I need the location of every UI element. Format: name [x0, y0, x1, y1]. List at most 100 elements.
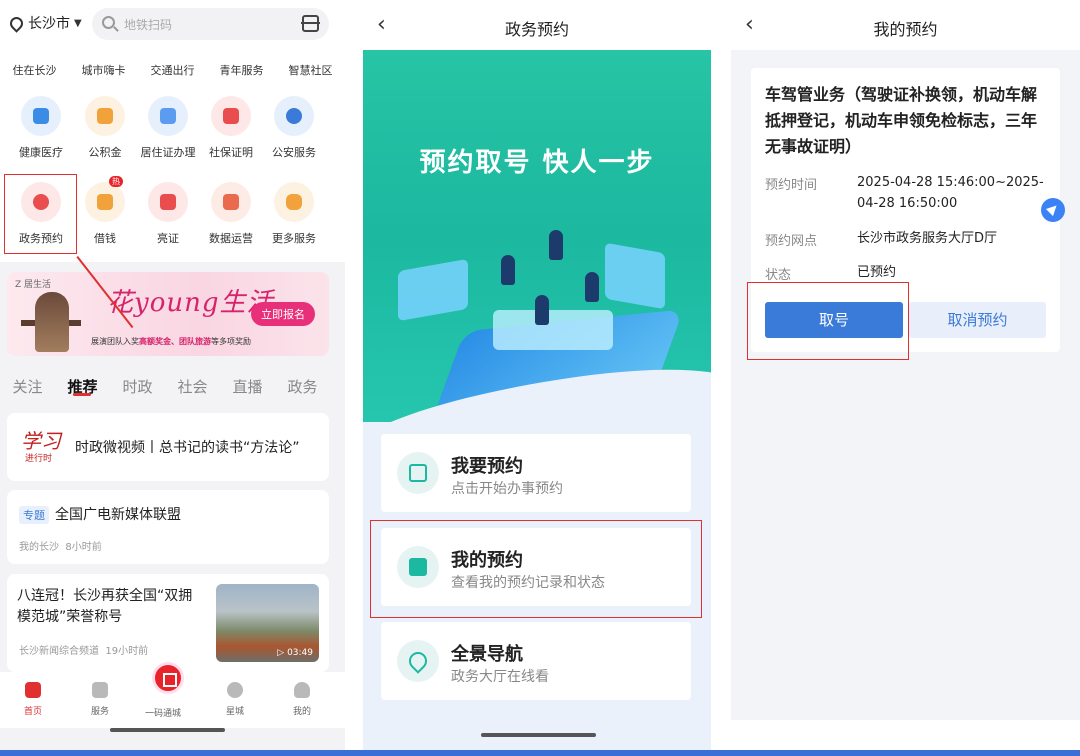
location-label: 预约网点 [765, 234, 818, 249]
medical-kit-icon [33, 108, 49, 124]
service-id-card[interactable]: 亮证 [135, 182, 201, 246]
service-label: 更多服务 [272, 232, 316, 245]
banner-script-title: 花young生活 [107, 288, 274, 318]
service-health[interactable]: 健康医疗 [8, 96, 74, 160]
tab-follow[interactable]: 关注 [0, 362, 55, 406]
home-icon [25, 682, 41, 698]
bottom-tab-bar: 首页 服务 一码通城 星城 我的 [0, 662, 345, 728]
house-icon [160, 108, 176, 124]
news-card[interactable]: 学习 进行时 时政微视频丨总书记的读书“方法论” [7, 413, 329, 481]
status-label: 状态 [765, 268, 792, 283]
menu-title: 我要预约 [451, 456, 523, 477]
chevron-down-icon: ▼ [74, 17, 82, 29]
page-title: 我的预约 [873, 20, 938, 39]
cancel-appointment-button[interactable]: 取消预约 [909, 302, 1046, 338]
citizen-figure-graphic [585, 272, 599, 302]
news-meta: 我的长沙 8小时前 [19, 542, 102, 553]
service-label: 居住证办理 [140, 146, 196, 159]
service-label: 公安服务 [272, 146, 316, 159]
search-icon [102, 16, 115, 29]
news-title: 时政微视频丨总书记的读书“方法论” [75, 440, 300, 456]
my-appointments-screen: ‹ 我的预约 车驾管业务（驾驶证补换领，机动车解抵押登记，机动车申领免检标志，三… [731, 0, 1080, 756]
news-title: 专题 全国广电新媒体联盟 [19, 504, 181, 524]
promo-banner[interactable]: Z 居生活 花young生活 立即报名 展演团队入奖高额奖金、团队旅游等多项奖励 [7, 272, 329, 356]
service-label: 数据运营 [209, 232, 253, 245]
quick-link[interactable]: 交通出行 [151, 62, 195, 78]
gov-appointment-screen: ‹ 政务预约 预约取号 快人一步 我要预约 点击开始办事预约 我的预约 查看我的… [363, 0, 711, 756]
floating-chart-graphic [605, 242, 665, 310]
highlight-box [4, 174, 77, 254]
service-social-security[interactable]: 社保证明 [198, 96, 264, 160]
navigate-icon[interactable] [1041, 198, 1065, 222]
highlight-box [747, 282, 909, 360]
menu-subtitle: 政务大厅在线看 [451, 669, 549, 685]
hero-slogan: 预约取号 快人一步 [419, 148, 655, 178]
tab-politics[interactable]: 时政 [110, 362, 165, 406]
quick-link[interactable]: 青年服务 [220, 62, 264, 78]
service-label: 健康医疗 [19, 146, 63, 159]
tab-society[interactable]: 社会 [165, 362, 220, 406]
service-fund[interactable]: 公积金 [72, 96, 138, 160]
menu-make-appointment[interactable]: 我要预约 点击开始办事预约 [381, 434, 691, 512]
banner-signup-button[interactable]: 立即报名 [251, 302, 315, 326]
service-loan[interactable]: 热 借钱 [72, 176, 138, 246]
news-title: 八连冠！长沙再获全国“双拥模范城”荣誉称号 [17, 588, 193, 625]
status-value: 已预约 [857, 265, 897, 280]
hot-badge: 热 [109, 176, 123, 187]
news-card[interactable]: 专题 全国广电新媒体联盟 我的长沙 8小时前 [7, 490, 329, 564]
home-screen: 长沙市 ▼ 地铁扫码 住在长沙 城市嗨卡 交通出行 青年服务 智慧社区 健康医疗… [0, 0, 345, 756]
service-label: 借钱 [94, 232, 116, 245]
location-pin-icon [7, 13, 26, 33]
search-placeholder: 地铁扫码 [124, 18, 173, 32]
tabbar-label: 一码通城 [145, 709, 182, 719]
tab-government[interactable]: 政务 [275, 362, 330, 406]
nav-bar: ‹ 我的预约 [731, 0, 1080, 50]
menu-panorama-navigation[interactable]: 全景导航 政务大厅在线看 [381, 622, 691, 700]
service-data-ops[interactable]: 数据运营 [198, 182, 264, 246]
service-police[interactable]: 公安服务 [261, 96, 327, 160]
tabbar-mine[interactable]: 我的 [277, 682, 327, 717]
tab-live[interactable]: 直播 [220, 362, 275, 406]
home-indicator [110, 728, 225, 732]
menu-subtitle: 点击开始办事预约 [451, 481, 563, 497]
hero-banner: 预约取号 快人一步 [363, 50, 711, 431]
search-input[interactable]: 地铁扫码 [92, 8, 329, 40]
scan-icon[interactable] [301, 15, 320, 32]
quick-links: 住在长沙 城市嗨卡 交通出行 青年服务 智慧社区 [0, 62, 345, 78]
active-tab-indicator [73, 393, 91, 396]
top-bar: 长沙市 ▼ 地铁扫码 [0, 0, 345, 50]
xuexi-logo: 学习 进行时 [21, 429, 61, 464]
quick-link[interactable]: 住在长沙 [13, 62, 57, 78]
clerk-figure-graphic [501, 255, 515, 285]
nav-bar: ‹ 政务预约 [363, 0, 711, 50]
quick-link[interactable]: 城市嗨卡 [82, 62, 126, 78]
bottom-strip [0, 750, 1080, 756]
news-card[interactable]: 八连冠！长沙再获全国“双拥模范城”荣誉称号 长沙新闻综合频道 19小时前 ▷ 0… [7, 574, 329, 672]
service-desk-graphic [493, 310, 613, 350]
qr-code-button[interactable] [152, 662, 184, 694]
tabbar-star-city[interactable]: 星城 [210, 682, 260, 717]
calendar-clock-icon [397, 452, 439, 494]
location-value: 长沙市政务服务大厅D厅 [857, 231, 998, 246]
service-more[interactable]: 更多服务 [261, 182, 327, 246]
topic-tag: 专题 [19, 506, 49, 524]
banner-figure-graphic [35, 292, 69, 352]
tabbar-service[interactable]: 服务 [75, 682, 125, 717]
service-label: 亮证 [157, 232, 179, 245]
tab-recommend[interactable]: 推荐 [55, 362, 110, 406]
news-meta: 长沙新闻综合频道 19小时前 [19, 646, 149, 657]
service-label: 公积金 [88, 146, 122, 159]
news-tabs: 关注 推荐 时政 社会 直播 政务 [0, 362, 345, 406]
tabbar-home[interactable]: 首页 [8, 682, 58, 717]
highlight-box [370, 520, 702, 618]
banner-subtitle: 展演团队入奖高额奖金、团队旅游等多项奖励 [91, 337, 251, 346]
quick-link[interactable]: 智慧社区 [289, 62, 333, 78]
wallet-icon [97, 194, 113, 210]
grid-more-icon [286, 194, 302, 210]
data-shield-icon [223, 194, 239, 210]
service-residence[interactable]: 居住证办理 [135, 96, 201, 160]
video-thumbnail[interactable]: ▷ 03:49 [216, 584, 319, 662]
video-duration: ▷ 03:49 [277, 648, 313, 658]
time-label: 预约时间 [765, 178, 818, 193]
city-selector[interactable]: 长沙市 ▼ [7, 13, 82, 33]
